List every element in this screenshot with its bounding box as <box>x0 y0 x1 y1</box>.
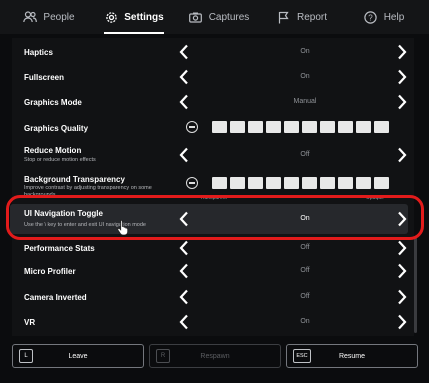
chevron-left-icon[interactable] <box>179 314 189 330</box>
slider-segment[interactable] <box>266 121 281 133</box>
minus-icon[interactable] <box>186 121 198 133</box>
tab-captures-label: Captures <box>208 11 250 23</box>
chevron-right-icon[interactable] <box>397 263 407 279</box>
tab-help-label: Help <box>383 11 405 23</box>
setting-graphics-quality[interactable]: Graphics Quality <box>10 118 408 138</box>
slider-segment[interactable] <box>374 121 389 133</box>
chevron-right-icon[interactable] <box>397 69 407 85</box>
setting-graphics-mode[interactable]: Graphics Mode Manual <box>10 92 408 112</box>
slider-segment[interactable] <box>230 177 245 189</box>
chevron-right-icon[interactable] <box>397 44 407 60</box>
flag-icon <box>277 10 291 24</box>
slider-segment[interactable] <box>212 177 227 189</box>
slider-segment[interactable] <box>230 121 245 133</box>
slider-segment[interactable] <box>212 121 227 133</box>
slider-segment[interactable] <box>302 121 317 133</box>
chevron-left-icon[interactable] <box>179 147 189 163</box>
setting-reduce-motion[interactable]: Reduce Motion Stop or reduce motion effe… <box>10 142 408 168</box>
setting-label: Fullscreen <box>24 73 65 82</box>
chevron-right-icon[interactable] <box>397 147 407 163</box>
resume-button[interactable]: ESC Resume <box>286 344 418 368</box>
minus-icon[interactable] <box>186 177 198 189</box>
camera-icon <box>189 10 203 24</box>
hand-cursor-icon <box>117 219 129 236</box>
slider-segment[interactable] <box>248 177 263 189</box>
tab-settings[interactable]: Settings <box>94 0 174 34</box>
tab-help[interactable]: ? Help <box>348 0 420 34</box>
help-icon: ? <box>364 10 378 24</box>
tab-bar: People Settings Captures Report ? Help <box>0 0 429 34</box>
highlight-annotation <box>6 195 424 240</box>
chevron-left-icon[interactable] <box>179 263 189 279</box>
setting-value: Off <box>300 244 310 251</box>
setting-label: VR <box>24 318 36 327</box>
setting-label: Graphics Mode <box>24 98 82 107</box>
people-icon <box>23 10 38 24</box>
chevron-left-icon[interactable] <box>179 240 189 256</box>
setting-value: Off <box>300 151 310 158</box>
setting-value: On <box>300 318 310 325</box>
leave-button[interactable]: L Leave <box>12 344 144 368</box>
respawn-button[interactable]: R Respawn <box>149 344 281 368</box>
respawn-label: Respawn <box>200 352 230 360</box>
setting-description: Stop or reduce motion effects <box>24 157 96 163</box>
setting-micro-profiler[interactable]: Micro Profiler Off <box>10 261 408 281</box>
setting-fullscreen[interactable]: Fullscreen On <box>10 67 408 87</box>
setting-performance-stats[interactable]: Performance Stats Off <box>10 238 408 258</box>
setting-label: Reduce Motion <box>24 146 82 155</box>
slider-segment[interactable] <box>356 177 371 189</box>
resume-label: Resume <box>338 352 366 360</box>
setting-label: Camera Inverted <box>24 293 87 302</box>
slider-segment[interactable] <box>338 121 353 133</box>
gear-icon <box>104 10 118 24</box>
setting-label: Graphics Quality <box>24 124 89 133</box>
chevron-right-icon[interactable] <box>397 94 407 110</box>
setting-label: Micro Profiler <box>24 267 76 276</box>
setting-value: Off <box>300 293 310 300</box>
setting-camera-inverted[interactable]: Camera Inverted Off <box>10 287 408 307</box>
slider-segment[interactable] <box>284 177 299 189</box>
slider-segment[interactable] <box>302 177 317 189</box>
chevron-left-icon[interactable] <box>179 289 189 305</box>
slider-segment[interactable] <box>338 177 353 189</box>
chevron-right-icon[interactable] <box>397 289 407 305</box>
tab-captures[interactable]: Captures <box>180 0 258 34</box>
transparency-slider[interactable] <box>212 177 389 189</box>
svg-text:?: ? <box>368 13 373 22</box>
tab-report-label: Report <box>296 11 327 23</box>
slider-segment[interactable] <box>284 121 299 133</box>
quality-slider[interactable] <box>212 121 389 133</box>
tab-people-label: People <box>43 11 75 23</box>
chevron-right-icon[interactable] <box>397 314 407 330</box>
leave-label: Leave <box>68 352 88 360</box>
chevron-left-icon[interactable] <box>179 44 189 60</box>
chevron-left-icon[interactable] <box>179 94 189 110</box>
setting-haptics[interactable]: Haptics On <box>10 42 408 62</box>
setting-vr[interactable]: VR On <box>10 312 408 332</box>
slider-segment[interactable] <box>320 121 335 133</box>
chevron-left-icon[interactable] <box>179 69 189 85</box>
tab-settings-label: Settings <box>124 11 164 23</box>
setting-label: Haptics <box>24 48 53 57</box>
scrollbar[interactable] <box>414 237 417 333</box>
slider-segment[interactable] <box>374 177 389 189</box>
tab-people[interactable]: People <box>10 0 88 34</box>
setting-value: Off <box>300 267 310 274</box>
setting-label: Background Transparency <box>24 175 125 184</box>
setting-value: On <box>300 73 310 80</box>
slider-segment[interactable] <box>356 121 371 133</box>
setting-label: Performance Stats <box>24 244 95 253</box>
slider-segment[interactable] <box>266 177 281 189</box>
slider-segment[interactable] <box>248 121 263 133</box>
slider-segment[interactable] <box>320 177 335 189</box>
setting-value: On <box>300 48 310 55</box>
setting-value: Manual <box>293 98 317 105</box>
tab-report[interactable]: Report <box>264 0 340 34</box>
chevron-right-icon[interactable] <box>397 240 407 256</box>
